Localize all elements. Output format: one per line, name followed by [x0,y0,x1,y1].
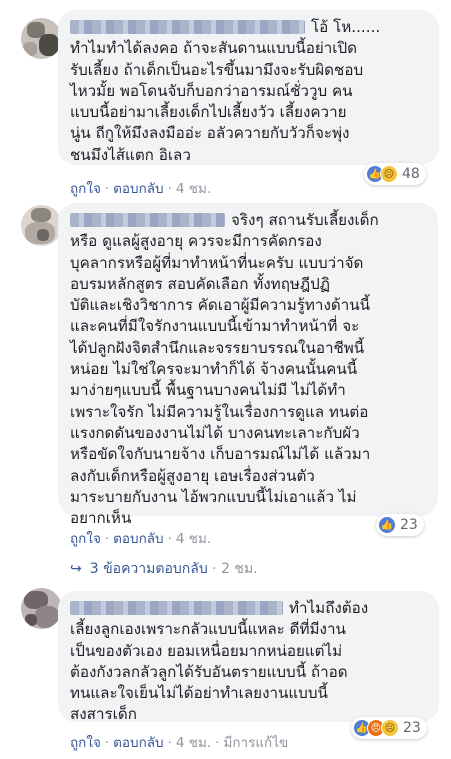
reaction-count: 23 [400,517,418,533]
reply-link[interactable]: ตอบกลับ [113,531,163,547]
avatar[interactable] [21,588,62,629]
comment-text: หรือ ดูแลผู้สูงอายุ ควรจะมีการคัดกรอง บุ… [70,232,371,528]
comment-text: เลี้ยงลูกเองเพราะกลัวแบบนี้แหละ ดีที่มีง… [70,620,348,724]
sad-icon: ☹ [380,165,398,183]
commenter-name-blurred[interactable] [70,20,305,34]
edited-label[interactable]: มีการแก้ไข [223,735,288,751]
comment-bubble: จริงๆ สถานรับเลี้ยงเด็ก หรือ ดูแลผู้สูงอ… [58,203,438,527]
reaction-count: 23 [403,720,421,736]
timestamp[interactable]: 4 ชม. [176,735,211,751]
reaction-summary[interactable]: 👍 23 [376,514,424,536]
like-link[interactable]: ถูกใจ [70,735,101,751]
like-link[interactable]: ถูกใจ [70,181,101,197]
sad-icon: ☹ [381,719,399,737]
comment-actions: ถูกใจ · ตอบกลับ · 4 ชม. · มีการแก้ไข [70,735,289,751]
commenter-name-blurred[interactable] [70,213,225,227]
reaction-count: 48 [402,166,420,182]
comment-actions: ถูกใจ · ตอบกลับ · 4 ชม. [70,181,212,197]
reaction-summary[interactable]: 👍 ☹ 48 [364,163,426,185]
comment-actions: ถูกใจ · ตอบกลับ · 4 ชม. [70,531,212,547]
avatar[interactable] [21,18,62,59]
view-replies-link[interactable]: ↪ 3 ข้อความตอบกลับ · 2 ชม. [70,558,258,580]
timestamp[interactable]: 4 ชม. [176,531,211,547]
comment-bubble: ทำไมถึงต้อง เลี้ยงลูกเองเพราะกลัวแบบนี้แ… [58,591,439,724]
reaction-summary[interactable]: 👍 😠 ☹ 23 [351,717,427,739]
like-link[interactable]: ถูกใจ [70,531,101,547]
comment-bubble: โอ้ โห...... ทำไมทำได้ลงคอ ถ้าจะสันดานแบ… [58,10,439,165]
avatar[interactable] [21,205,62,246]
commenter-name-blurred[interactable] [70,601,283,615]
timestamp[interactable]: 4 ชม. [176,181,211,197]
reply-link[interactable]: ตอบกลับ [113,181,163,197]
reply-link[interactable]: ตอบกลับ [113,735,163,751]
reply-arrow-icon: ↪ [70,561,82,577]
comment-name-suffix: ทำไมถึงต้อง [289,599,369,617]
comment-name-suffix: จริงๆ สถานรับเลี้ยงเด็ก [231,211,379,229]
replies-timestamp: 2 ชม. [221,561,258,577]
comment-text: ทำไมทำได้ลงคอ ถ้าจะสันดานแบบนี้อย่าเปิด … [70,39,364,164]
like-icon: 👍 [378,516,396,534]
replies-count-label: 3 ข้อความตอบกลับ [89,561,208,577]
comment-name-suffix: โอ้ โห...... [311,18,381,36]
